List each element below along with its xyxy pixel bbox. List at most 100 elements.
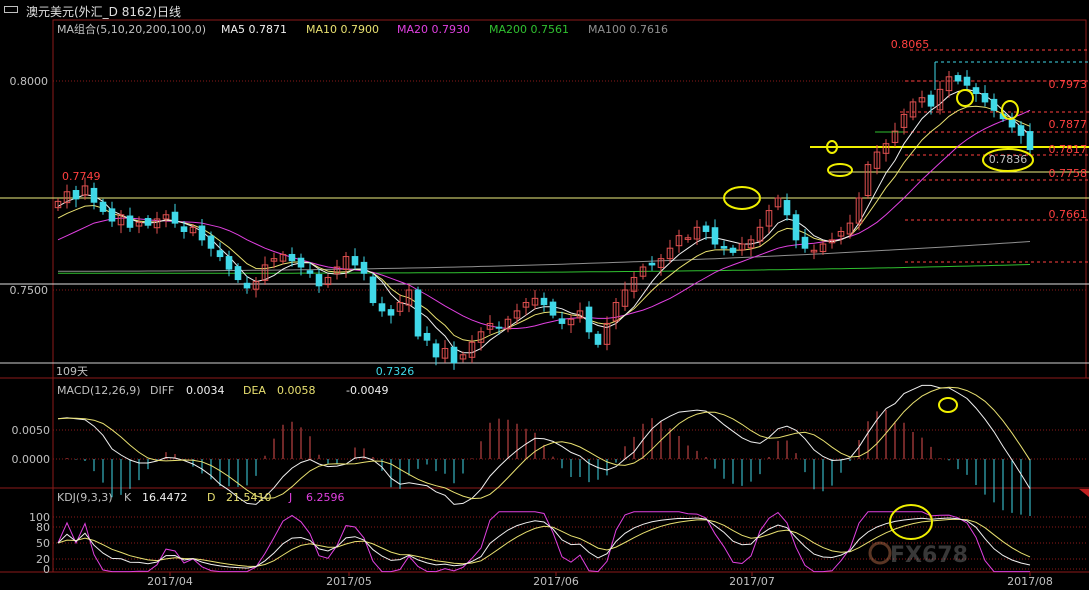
candle-body bbox=[594, 333, 602, 345]
candles bbox=[54, 70, 1034, 370]
candle-body bbox=[369, 276, 377, 304]
kdj-j-label: J bbox=[288, 491, 292, 504]
macd-dea-line bbox=[57, 386, 1031, 500]
macd-panel bbox=[57, 384, 1031, 517]
candle-body bbox=[297, 257, 305, 268]
candle-body bbox=[144, 218, 152, 226]
kdj-title: KDJ(9,3,3) bbox=[57, 491, 113, 504]
candle-body bbox=[801, 236, 809, 249]
candle-body bbox=[126, 215, 134, 228]
price-annotation: 0.7326 bbox=[376, 365, 415, 378]
macd-diff-label: DIFF bbox=[150, 384, 174, 397]
y-tick-label: 80 bbox=[36, 521, 50, 534]
candle-body bbox=[963, 76, 971, 86]
price-annotation: 0.7661 bbox=[1049, 208, 1088, 221]
y-tick-label: 50 bbox=[36, 537, 50, 550]
macd-dea-value: 0.0058 bbox=[277, 384, 316, 397]
candle-body bbox=[180, 226, 188, 232]
watermark-logo bbox=[868, 541, 892, 565]
y-tick-label: 0.0000 bbox=[12, 453, 51, 466]
moving-average-lines bbox=[57, 88, 1031, 354]
kdj-d-value: 21.5410 bbox=[226, 491, 272, 504]
watermark: FX678 bbox=[890, 543, 968, 568]
x-axis-label: 2017/06 bbox=[533, 575, 579, 588]
candle-body bbox=[549, 301, 557, 316]
annotations bbox=[723, 89, 1034, 540]
candle-body bbox=[729, 247, 737, 253]
candle-body bbox=[234, 266, 242, 281]
price-annotation: 0.7749 bbox=[62, 170, 101, 183]
ma-label: MA200 0.7561 bbox=[489, 23, 569, 36]
candle-body bbox=[90, 187, 98, 203]
candle-body bbox=[306, 270, 314, 274]
candle-body bbox=[99, 201, 107, 212]
x-axis-label: 2017/05 bbox=[326, 575, 372, 588]
candle-body bbox=[702, 225, 710, 232]
ma5-line bbox=[57, 88, 1031, 354]
candle-body bbox=[972, 87, 980, 95]
candle-body bbox=[1008, 119, 1016, 128]
candle-body bbox=[981, 93, 989, 103]
candle-body bbox=[1017, 125, 1025, 136]
candle-body bbox=[495, 326, 503, 329]
kdj-d-label: D bbox=[207, 491, 215, 504]
candle-body bbox=[720, 246, 728, 249]
candle-body bbox=[1026, 131, 1034, 151]
candle-body bbox=[783, 200, 791, 216]
price-annotation: 0.7758 bbox=[1049, 167, 1088, 180]
candle-body bbox=[585, 306, 593, 333]
macd-title: MACD(12,26,9) bbox=[57, 384, 141, 397]
candle-body bbox=[72, 190, 80, 200]
price-annotation: 0.7973 bbox=[1049, 78, 1088, 91]
candle-body bbox=[558, 318, 566, 324]
candle-body bbox=[243, 282, 251, 289]
candle-body bbox=[423, 332, 431, 341]
labels: 0.80000.75000.00500.00001008050200MA组合(5… bbox=[10, 22, 1089, 588]
candle-body bbox=[648, 262, 656, 266]
candle-body bbox=[315, 274, 323, 287]
y-tick-label: 0.0050 bbox=[12, 424, 51, 437]
y-tick-label: 0.7500 bbox=[10, 284, 49, 297]
candle-body bbox=[711, 227, 719, 245]
candle-body bbox=[288, 253, 296, 262]
price-annotation: 0.7877 bbox=[1049, 118, 1088, 131]
macd-dea-label: DEA bbox=[243, 384, 266, 397]
candle-body bbox=[432, 343, 440, 358]
x-axis-label: 2017/04 bbox=[147, 575, 193, 588]
ma200-line bbox=[58, 264, 1031, 274]
highlight-circle bbox=[956, 89, 974, 107]
candle-body bbox=[108, 208, 116, 222]
kdj-k-value: 16.4472 bbox=[142, 491, 188, 504]
candle-body bbox=[351, 256, 359, 266]
candle-body bbox=[540, 297, 548, 306]
days-count-label: 109天 bbox=[56, 365, 88, 378]
candle-body bbox=[990, 98, 998, 111]
ma-label: MA10 0.7900 bbox=[306, 23, 379, 36]
x-axis-label: 2017/08 bbox=[1007, 575, 1053, 588]
x-axis-label: 2017/07 bbox=[729, 575, 775, 588]
candle-body bbox=[171, 211, 179, 224]
kdj-k-label: K bbox=[124, 491, 132, 504]
candlestick-chart: 0.80000.75000.00500.00001008050200MA组合(5… bbox=[0, 19, 1089, 588]
y-tick-label: 0.8000 bbox=[10, 75, 49, 88]
price-annotation: 0.8065 bbox=[891, 38, 930, 51]
ma100-line bbox=[58, 241, 1031, 272]
ma-group-label: MA组合(5,10,20,200,100,0) bbox=[57, 22, 206, 36]
candle-body bbox=[792, 214, 800, 241]
candle-body bbox=[927, 94, 935, 107]
highlight-circle bbox=[827, 163, 853, 177]
price-annotation: 0.7836 bbox=[989, 153, 1028, 166]
ma-label: MA20 0.7930 bbox=[397, 23, 470, 36]
macd-value: -0.0049 bbox=[346, 384, 388, 397]
candle-body bbox=[360, 261, 368, 274]
highlight-circle bbox=[938, 397, 958, 413]
candle-body bbox=[378, 303, 386, 312]
ma-label: MA100 0.7616 bbox=[588, 23, 668, 36]
price-annotation: 0.7817 bbox=[1049, 143, 1088, 156]
candle-body bbox=[216, 250, 224, 258]
key-level-lines bbox=[0, 49, 1089, 285]
candle-body bbox=[225, 256, 233, 270]
candle-body bbox=[198, 225, 206, 241]
kdj-j-value: 6.2596 bbox=[306, 491, 345, 504]
corner-marker bbox=[1079, 489, 1089, 497]
